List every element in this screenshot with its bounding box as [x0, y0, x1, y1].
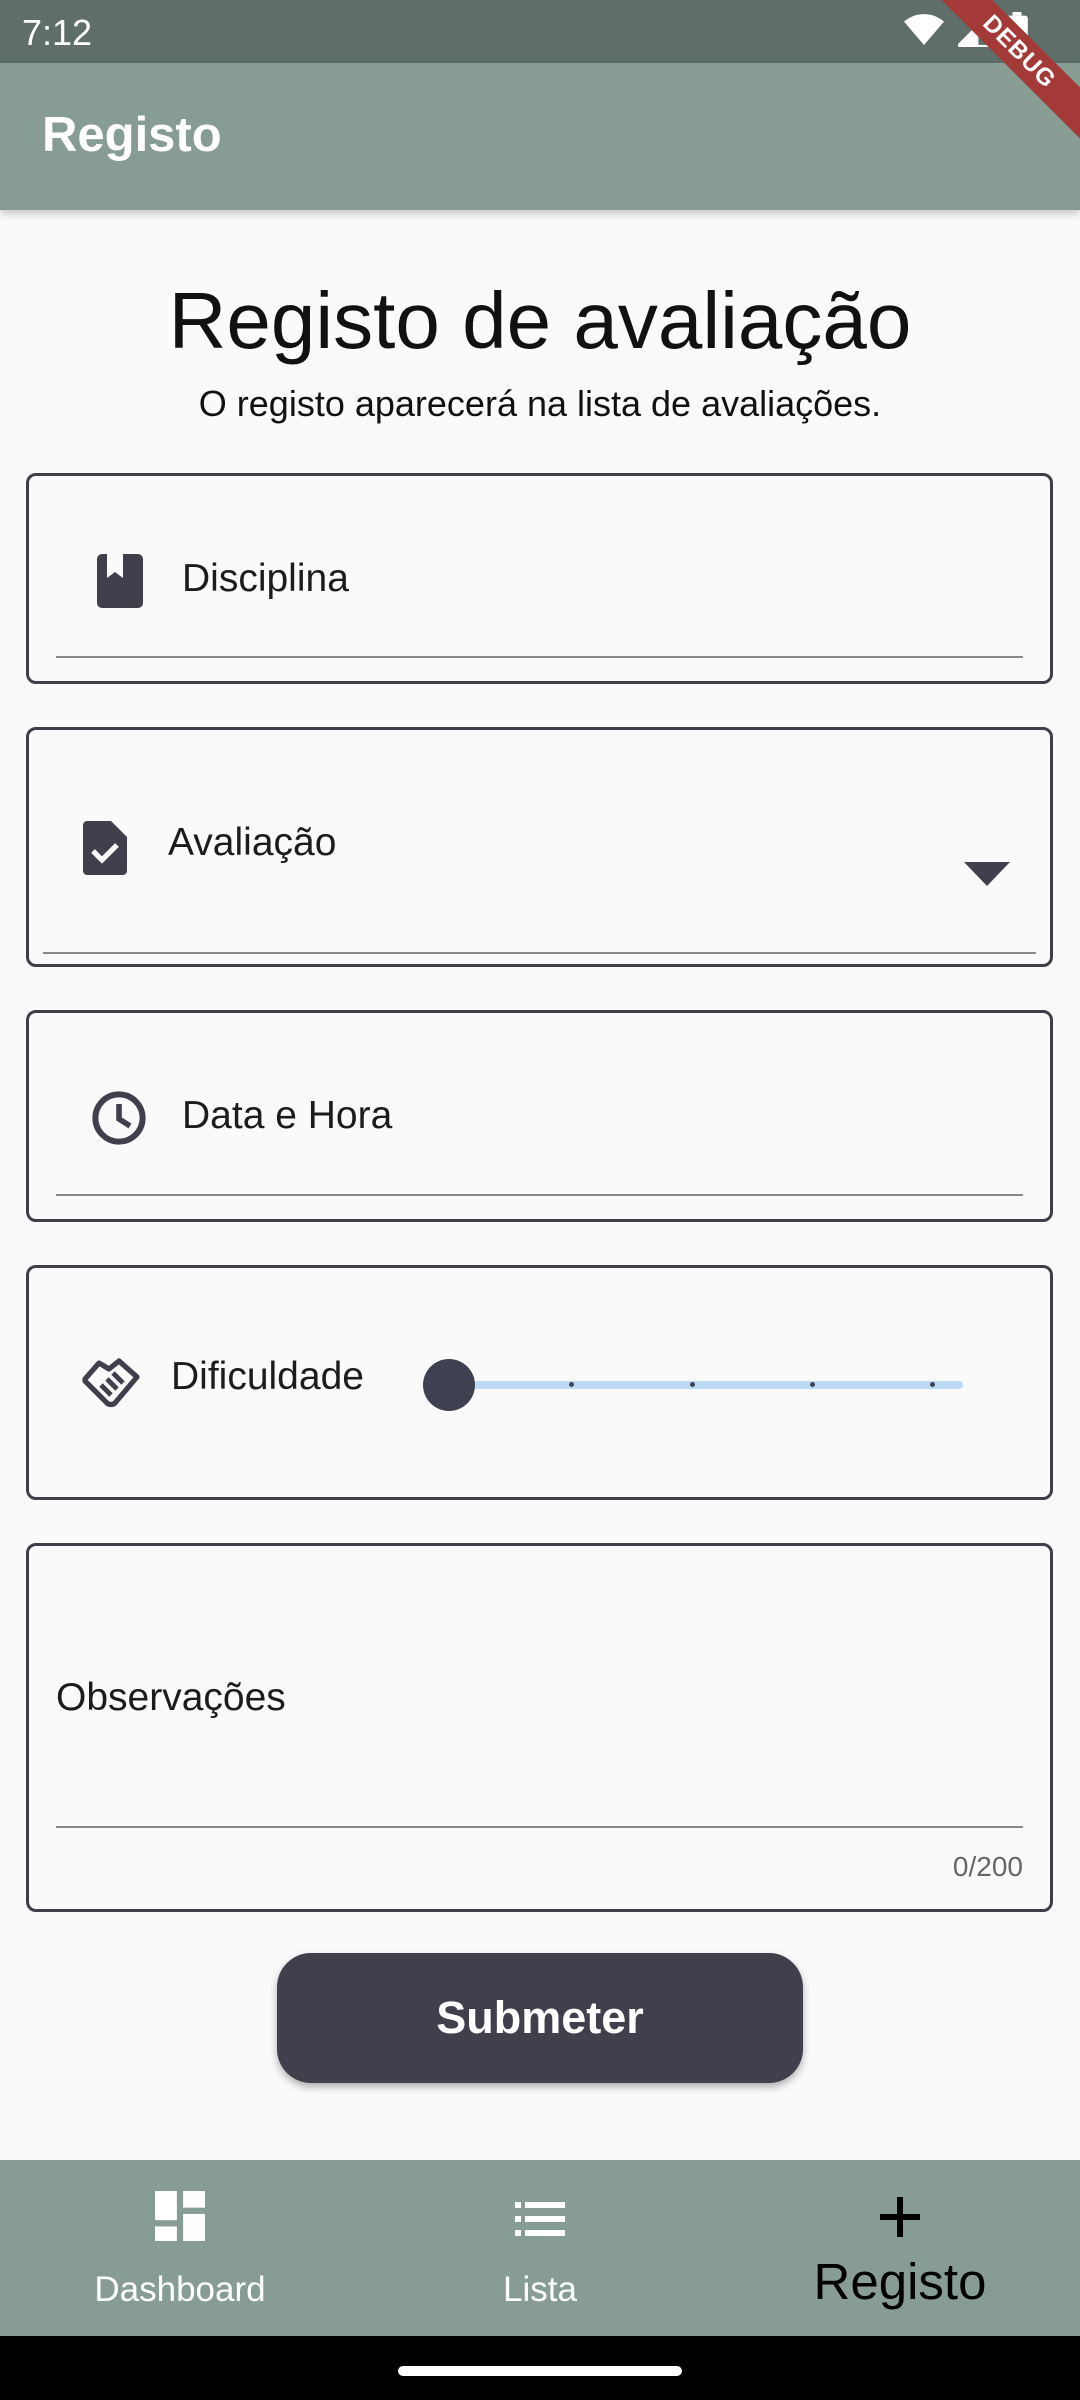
add-icon [880, 2197, 920, 2237]
slider-tick [569, 1382, 574, 1387]
nav-item-dashboard[interactable]: Dashboard [0, 2160, 360, 2336]
list-icon [515, 2202, 565, 2236]
clock-icon [92, 1091, 146, 1145]
dificuldade-label: Dificuldade [171, 1355, 364, 1398]
slider-thumb[interactable] [423, 1359, 475, 1411]
disciplina-label: Disciplina [182, 557, 349, 600]
disciplina-underline [56, 656, 1023, 658]
dificuldade-field: Dificuldade [26, 1265, 1053, 1500]
avaliacao-dropdown[interactable]: Avaliação [26, 727, 1053, 967]
observacoes-underline [56, 1826, 1023, 1828]
bottom-navigation: Dashboard Lista Registo [0, 2160, 1080, 2336]
dashboard-icon [155, 2191, 205, 2241]
system-navigation-bar [0, 2336, 1080, 2400]
page-title: Registo de avaliação [168, 276, 912, 365]
avaliacao-label: Avaliação [168, 821, 337, 864]
slider-tick [690, 1382, 695, 1387]
slider-tick [930, 1382, 935, 1387]
home-indicator[interactable] [398, 2366, 682, 2376]
app-bar-title: Registo [42, 108, 222, 162]
book-icon [97, 554, 143, 608]
nav-item-lista[interactable]: Lista [360, 2160, 720, 2336]
observacoes-field[interactable]: Observações 0/200 [26, 1543, 1053, 1912]
slider-track[interactable] [449, 1381, 963, 1389]
nav-label-lista: Lista [503, 2270, 577, 2309]
status-icons [904, 12, 1028, 48]
wifi-icon [904, 14, 944, 45]
character-counter: 0/200 [952, 1851, 1023, 1882]
handshake-icon [82, 1358, 140, 1408]
avaliacao-underline [43, 952, 1036, 954]
nav-label-dashboard: Dashboard [94, 2270, 266, 2309]
submit-button[interactable]: Submeter [277, 1953, 803, 2083]
task-icon [83, 821, 127, 875]
status-time: 7:12 [22, 12, 93, 53]
arrow-drop-down-icon[interactable] [964, 862, 1010, 886]
status-bar: 7:12 [0, 0, 1080, 63]
observacoes-label: Observações [56, 1676, 286, 1719]
data-hora-underline [56, 1194, 1023, 1196]
nav-label-registo: Registo [813, 2253, 987, 2310]
signal-icon [958, 13, 992, 47]
data-hora-field[interactable]: Data e Hora [26, 1010, 1053, 1222]
page-subtitle: O registo aparecerá na lista de avaliaçõ… [198, 383, 882, 424]
disciplina-field[interactable]: Disciplina [26, 473, 1053, 684]
slider-tick [810, 1382, 815, 1387]
nav-item-registo[interactable]: Registo [720, 2160, 1080, 2336]
data-hora-label: Data e Hora [182, 1094, 393, 1137]
battery-icon [1006, 12, 1028, 48]
app-bar: Registo [0, 63, 1080, 210]
